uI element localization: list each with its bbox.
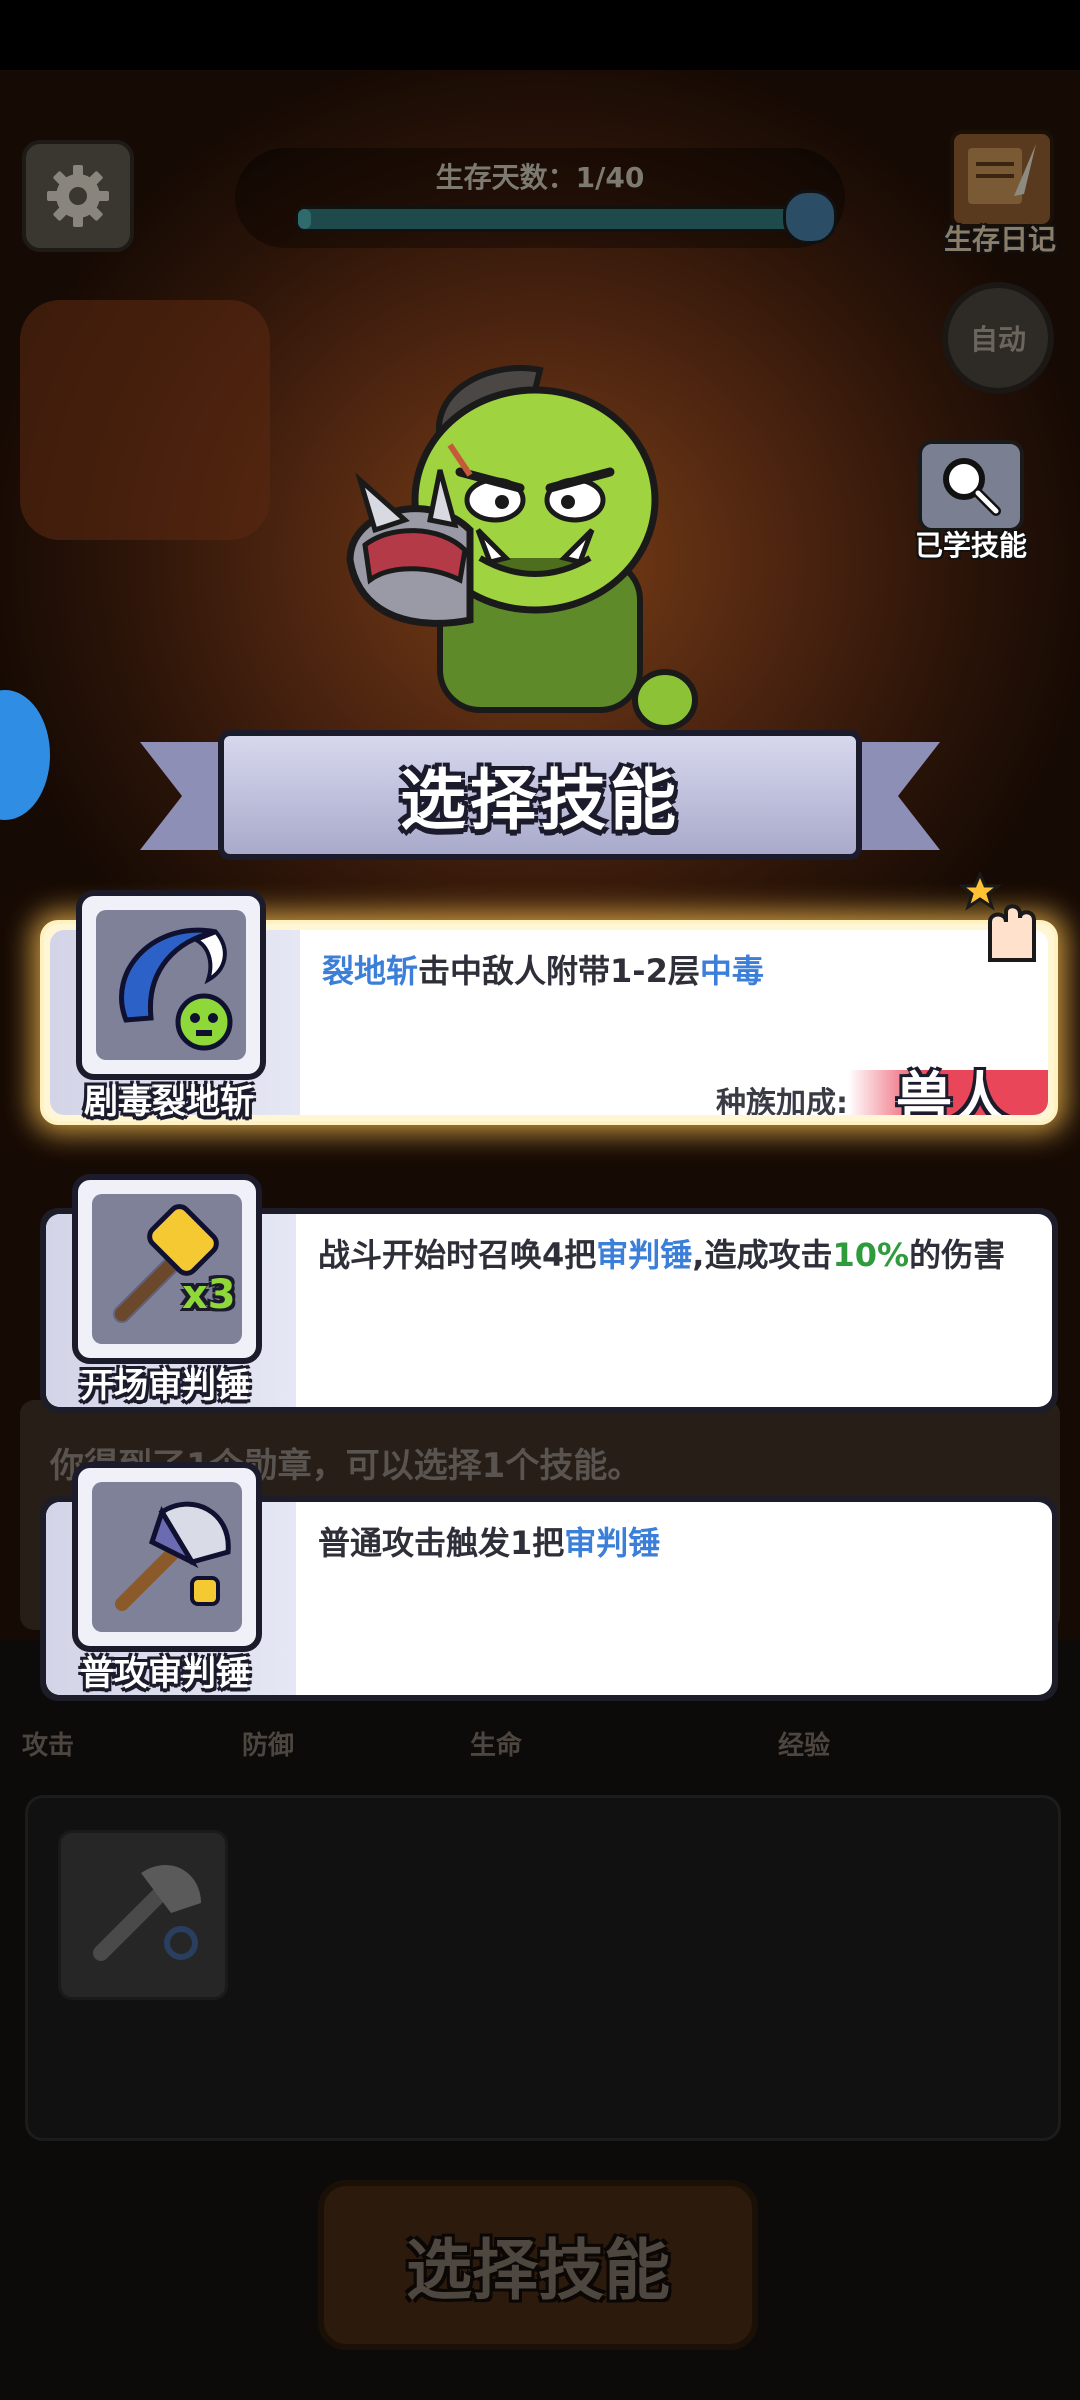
- skill-keyword: 中毒: [699, 952, 764, 990]
- learned-skills-button[interactable]: 已学技能: [906, 440, 1036, 562]
- skill-icon-background: [92, 1482, 242, 1632]
- skill-desc-text: 的伤害: [909, 1236, 1006, 1274]
- poison-slash-icon: [119, 927, 233, 1051]
- skill-name: 开场审判锤: [80, 1366, 250, 1406]
- skill-name: 剧毒裂地斩: [84, 1082, 254, 1122]
- skill-desc-text: 普通攻击触发1把: [318, 1524, 565, 1562]
- skill-description: 战斗开始时召唤4把审判锤,造成攻击10%的伤害: [318, 1234, 1018, 1276]
- skill-desc-text: 战斗开始时召唤4把: [318, 1236, 597, 1274]
- auto-button[interactable]: 自动: [942, 282, 1054, 394]
- skill-desc-text: 击中敌人附带1-2层: [418, 952, 700, 990]
- skill-name: 普攻审判锤: [80, 1654, 250, 1694]
- skill-icon-frame: [72, 1174, 262, 1364]
- golden-hammer-icon: [113, 1204, 219, 1323]
- dialog-title: 选择技能: [400, 762, 680, 839]
- survival-progress-bar: [295, 206, 801, 232]
- select-skill-button-label: 选择技能: [406, 2232, 670, 2309]
- stat-attack-label: 攻击: [22, 1731, 75, 1761]
- select-skill-button[interactable]: 选择技能: [318, 2180, 758, 2350]
- axe-hammer-icon: [93, 1864, 201, 1961]
- survival-progress-fill: [298, 209, 311, 229]
- furnace-decoration: [20, 300, 270, 540]
- quill-icon: [968, 144, 1036, 204]
- survival-diary-label: 生存日记: [943, 223, 1056, 256]
- survival-days-label: 生存天数：1/40: [435, 161, 645, 194]
- banner-plate: 选择技能: [218, 730, 862, 860]
- skill-keyword: 审判锤: [564, 1524, 661, 1562]
- skill-card[interactable]: 战斗开始时召唤4把审判锤,造成攻击10%的伤害 x3 开场审判锤: [40, 1174, 1058, 1413]
- pointer-hand-icon: [957, 870, 1050, 962]
- gear-icon: [47, 165, 109, 227]
- race-bonus-label: 种族加成:: [716, 1086, 848, 1115]
- skill-slot[interactable]: [58, 1830, 228, 2000]
- magnifier-icon: [943, 458, 1001, 516]
- skill-keyword: 裂地斩: [322, 952, 419, 990]
- skill-select-banner: 选择技能: [140, 730, 940, 860]
- learned-skills-label: 已学技能: [914, 529, 1027, 562]
- skill-icon-background: [96, 910, 246, 1060]
- skill-icon-frame: [72, 1462, 262, 1652]
- skill-icon-frame: [76, 890, 266, 1080]
- stat-exp-label: 经验: [778, 1731, 831, 1761]
- skill-keyword: 审判锤: [596, 1236, 693, 1274]
- status-bar: [0, 0, 1080, 70]
- survival-diary-button[interactable]: 生存日记: [930, 130, 1070, 260]
- reward-gem-icon: [783, 190, 837, 244]
- skill-percent: 10%: [832, 1236, 910, 1274]
- stat-health-label: 生命: [470, 1731, 523, 1761]
- diary-book-icon: [950, 130, 1054, 228]
- learned-skills-box: [918, 440, 1024, 532]
- skill-desc-text: ,造成攻击: [692, 1236, 833, 1274]
- skill-description: 裂地斩击中敌人附带1-2层中毒: [322, 950, 1022, 992]
- orc-character: [320, 330, 740, 750]
- axe-hammer-icon: [115, 1501, 231, 1611]
- skill-count-badge: x3: [182, 1272, 236, 1318]
- skill-icon-background: [92, 1194, 242, 1344]
- settings-button[interactable]: [22, 140, 134, 252]
- auto-label: 自动: [969, 323, 1026, 356]
- race-bonus-value: 兽人: [896, 1067, 1008, 1115]
- stat-defense-label: 防御: [242, 1731, 295, 1761]
- survival-days-panel: 生存天数：1/40: [235, 148, 845, 248]
- skill-card[interactable]: 普通攻击触发1把审判锤 普攻审判锤: [40, 1462, 1058, 1701]
- skill-description: 普通攻击触发1把审判锤: [318, 1522, 1018, 1564]
- skill-card[interactable]: 裂地斩击中敌人附带1-2层中毒 种族加成: 兽人 剧毒裂地斩: [40, 890, 1058, 1125]
